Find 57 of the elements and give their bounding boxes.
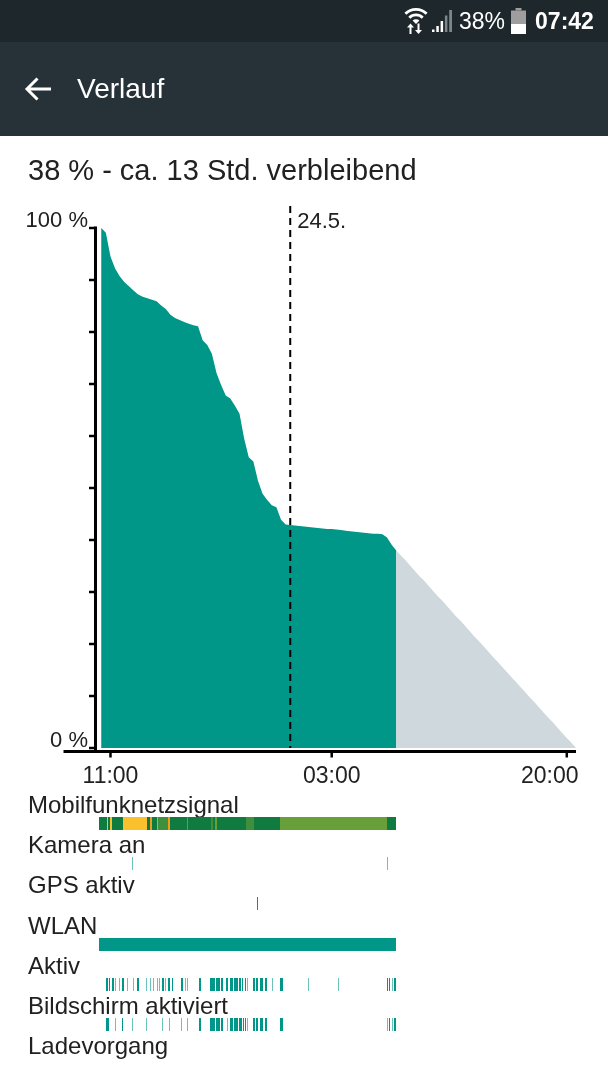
- activity-tick: [272, 977, 273, 991]
- activity-tick: [119, 977, 120, 991]
- activity-tick: [308, 977, 309, 991]
- activity-tick: [150, 977, 151, 991]
- date-label: 24.5.: [297, 208, 347, 233]
- usage-label: WLAN: [28, 913, 98, 938]
- activity-tick: [338, 977, 339, 991]
- screen-on-tick: [122, 1018, 123, 1032]
- screen-on-tick: [199, 1018, 201, 1032]
- screen-title: Verlauf: [77, 72, 165, 106]
- camera-event-tick: [387, 857, 388, 870]
- battery-summary: 38 % - ca. 13 Std. verbleibend: [28, 154, 417, 186]
- activity-tick: [168, 977, 170, 991]
- usage-label: Mobilfunknetzsignal: [28, 792, 239, 817]
- usage-label: Ladevorgang: [28, 1034, 169, 1059]
- y-axis-label: 100 %: [25, 206, 88, 232]
- screen-on-tick: [132, 1018, 133, 1032]
- usage-label: Kamera an: [28, 833, 146, 857]
- screen-on-tick: [146, 1018, 147, 1032]
- battery-percentage: 38%: [459, 8, 506, 34]
- activity-tick: [153, 977, 154, 991]
- screen-on-tick: [265, 1018, 267, 1032]
- activity-tick: [122, 977, 124, 991]
- gps-event-tick: [257, 897, 258, 911]
- usage-label: Bildschirm aktiviert: [28, 994, 229, 1019]
- screen-on-tick: [187, 1018, 188, 1032]
- activity-tick: [199, 977, 201, 991]
- signal-icon: [432, 10, 452, 32]
- wifi-icon: [404, 7, 428, 35]
- activity-tick: [137, 977, 139, 991]
- activity-tick: [133, 977, 134, 991]
- activity-tick: [265, 977, 267, 991]
- y-axis-label: 0 %: [50, 726, 88, 752]
- screen-on-tick: [181, 1018, 182, 1032]
- activity-tick: [146, 977, 147, 991]
- x-axis-label: 11:00: [82, 762, 139, 788]
- usage-label: GPS aktiv: [28, 873, 135, 898]
- activity-tick: [127, 977, 128, 991]
- screen-on-tick: [106, 1018, 109, 1032]
- activity-tick: [226, 977, 228, 991]
- x-axis-label: 20:00: [521, 762, 579, 788]
- screen-on-tick: [162, 1018, 163, 1032]
- screen-on-tick: [115, 1018, 116, 1032]
- screen-on-tick: [227, 1018, 228, 1032]
- clock: 07:42: [535, 8, 594, 34]
- back-arrow-icon: [24, 77, 52, 101]
- screen-on-tick: [280, 1018, 283, 1032]
- camera-event-tick: [132, 857, 133, 870]
- activity-tick: [280, 977, 283, 991]
- activity-tick: [172, 977, 173, 991]
- screen-on-tick: [260, 1018, 263, 1032]
- usage-label: Aktiv: [28, 953, 80, 978]
- screen-on-tick: [169, 1018, 170, 1032]
- battery-icon: [511, 8, 527, 34]
- x-axis-label: 03:00: [302, 762, 361, 788]
- activity-tick: [181, 977, 183, 991]
- activity-tick: [260, 977, 263, 991]
